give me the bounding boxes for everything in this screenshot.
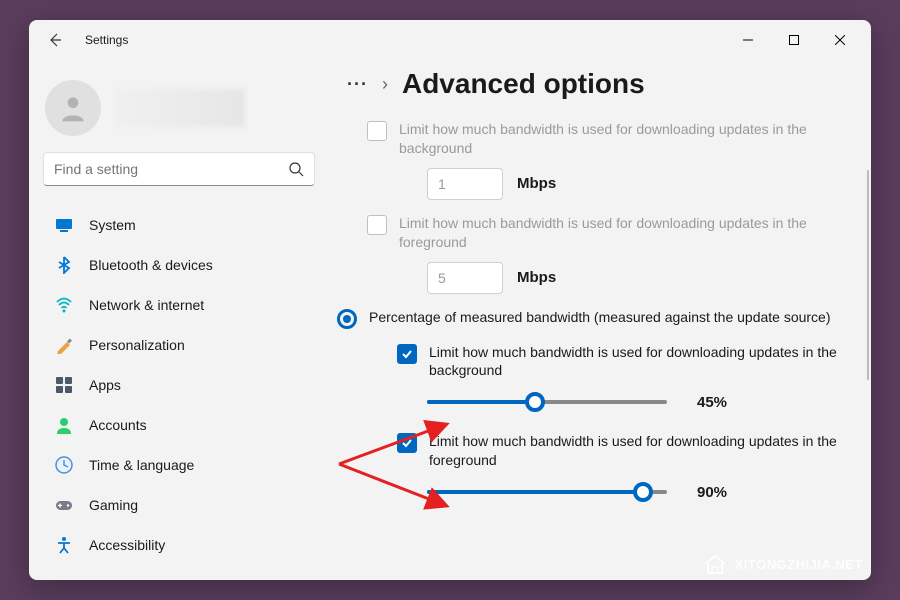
check-icon — [401, 348, 413, 360]
label-percent-background: Limit how much bandwidth is used for dow… — [429, 343, 859, 381]
nav-item-label: Accessibility — [89, 537, 165, 553]
system-icon — [55, 216, 73, 234]
slider-row-foreground: 90% — [427, 482, 859, 502]
input-row-absolute-background: Mbps — [427, 168, 859, 200]
unit-mbps-bg: Mbps — [517, 175, 556, 192]
nav-item-system[interactable]: System — [43, 206, 315, 244]
nav-item-gaming[interactable]: Gaming — [43, 486, 315, 524]
nav-item-time[interactable]: Time & language — [43, 446, 315, 484]
input-absolute-foreground-mbps — [427, 262, 503, 294]
label-percent-foreground: Limit how much bandwidth is used for dow… — [429, 432, 859, 470]
accessibility-icon — [55, 536, 73, 554]
nav-item-label: Network & internet — [89, 297, 204, 313]
nav-item-accessibility[interactable]: Accessibility — [43, 526, 315, 564]
back-button[interactable] — [41, 26, 69, 54]
bluetooth-icon — [55, 256, 73, 274]
nav-item-label: Accounts — [89, 417, 147, 433]
option-percent-background: Limit how much bandwidth is used for dow… — [397, 343, 859, 381]
nav-item-accounts[interactable]: Accounts — [43, 406, 315, 444]
nav-item-label: System — [89, 217, 136, 233]
checkbox-percent-foreground[interactable] — [397, 433, 417, 453]
input-row-absolute-foreground: Mbps — [427, 262, 859, 294]
nav-item-bluetooth[interactable]: Bluetooth & devices — [43, 246, 315, 284]
maximize-button[interactable] — [771, 24, 817, 56]
nav-item-network[interactable]: Network & internet — [43, 286, 315, 324]
nav-item-apps[interactable]: Apps — [43, 366, 315, 404]
content-area: System Bluetooth & devices Network & inter… — [29, 60, 871, 580]
radio-percentage[interactable] — [337, 309, 357, 329]
sidebar: System Bluetooth & devices Network & inter… — [29, 60, 329, 580]
search-input[interactable] — [54, 161, 288, 177]
accounts-icon — [55, 416, 73, 434]
option-absolute-foreground: Limit how much bandwidth is used for dow… — [367, 214, 859, 252]
check-icon — [401, 437, 413, 449]
label-percentage-radio: Percentage of measured bandwidth (measur… — [369, 308, 859, 327]
label-absolute-foreground: Limit how much bandwidth is used for dow… — [399, 214, 859, 252]
gaming-icon — [55, 496, 73, 514]
search-icon — [288, 161, 304, 177]
profile-name-blurred — [115, 89, 245, 127]
checkbox-absolute-background[interactable] — [367, 121, 387, 141]
label-absolute-background: Limit how much bandwidth is used for dow… — [399, 120, 859, 158]
minimize-icon — [743, 35, 753, 45]
breadcrumb-overflow-button[interactable]: ··· — [347, 74, 368, 95]
percent-value-background: 45% — [697, 394, 727, 411]
settings-body: Limit how much bandwidth is used for dow… — [339, 120, 859, 502]
slider-percent-foreground[interactable] — [427, 482, 667, 502]
nav-item-label: Time & language — [89, 457, 194, 473]
unit-mbps-fg: Mbps — [517, 269, 556, 286]
nav-list: System Bluetooth & devices Network & inter… — [43, 206, 315, 580]
option-percent-foreground: Limit how much bandwidth is used for dow… — [397, 432, 859, 470]
close-button[interactable] — [817, 24, 863, 56]
close-icon — [835, 35, 845, 45]
option-percentage-radio: Percentage of measured bandwidth (measur… — [337, 308, 859, 329]
slider-row-background: 45% — [427, 392, 859, 412]
window-title: Settings — [85, 33, 128, 47]
slider-thumb-bg[interactable] — [525, 392, 545, 412]
slider-percent-background[interactable] — [427, 392, 667, 412]
avatar — [45, 80, 101, 136]
window-controls — [725, 24, 863, 56]
nav-item-label: Personalization — [89, 337, 185, 353]
minimize-button[interactable] — [725, 24, 771, 56]
page-title: Advanced options — [402, 68, 645, 100]
profile-section[interactable] — [43, 76, 315, 152]
apps-icon — [55, 376, 73, 394]
checkbox-absolute-foreground[interactable] — [367, 215, 387, 235]
input-absolute-background-mbps — [427, 168, 503, 200]
percent-value-foreground: 90% — [697, 484, 727, 501]
person-icon — [57, 92, 89, 124]
breadcrumb: ··· › Advanced options — [339, 68, 859, 100]
main-panel: ··· › Advanced options Limit how much ba… — [329, 60, 871, 580]
settings-window: Settings Sy — [29, 20, 871, 580]
time-icon — [55, 456, 73, 474]
slider-thumb-fg[interactable] — [633, 482, 653, 502]
chevron-right-icon: › — [382, 74, 388, 95]
maximize-icon — [789, 35, 799, 45]
search-box[interactable] — [43, 152, 315, 186]
nav-item-label: Bluetooth & devices — [89, 257, 213, 273]
nav-item-label: Apps — [89, 377, 121, 393]
arrow-left-icon — [47, 32, 63, 48]
title-bar: Settings — [29, 20, 871, 60]
network-icon — [55, 296, 73, 314]
option-absolute-background: Limit how much bandwidth is used for dow… — [367, 120, 859, 158]
nav-item-personalization[interactable]: Personalization — [43, 326, 315, 364]
checkbox-percent-background[interactable] — [397, 344, 417, 364]
nav-item-label: Gaming — [89, 497, 138, 513]
personalization-icon — [55, 336, 73, 354]
scrollbar[interactable] — [867, 170, 869, 380]
